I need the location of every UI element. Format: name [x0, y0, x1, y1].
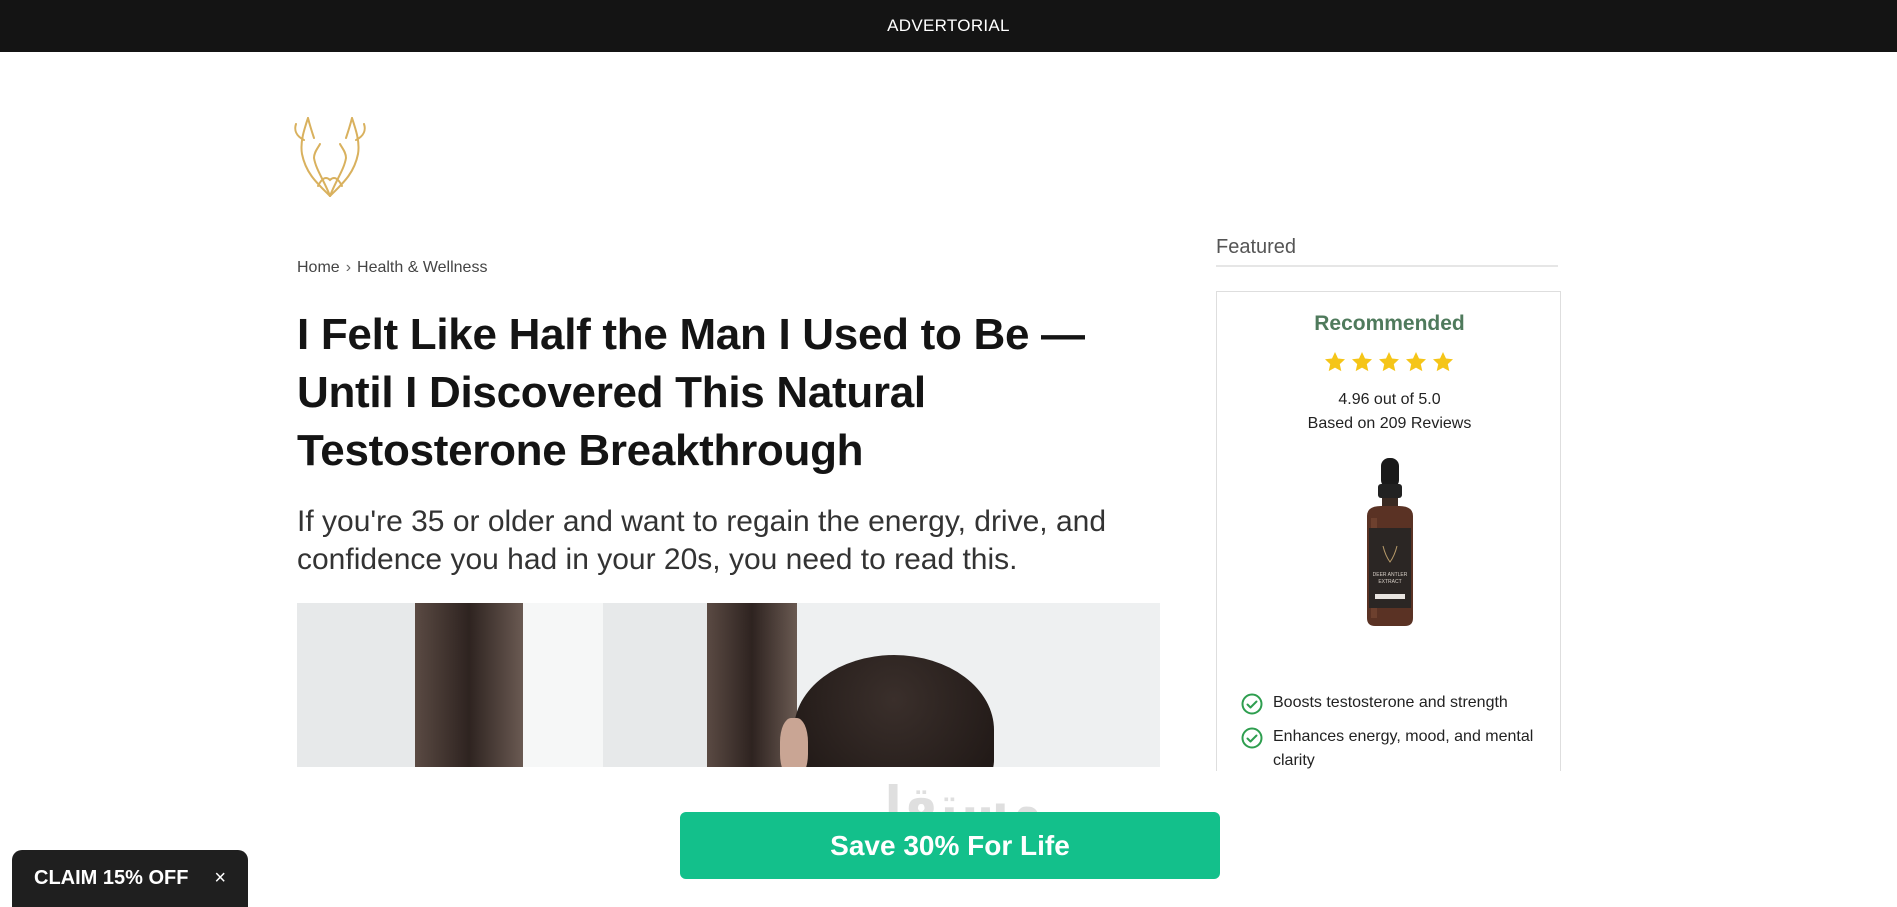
benefit-text: Enhances energy, mood, and mental clarit…	[1273, 728, 1534, 769]
recommended-badge: Recommended	[1314, 312, 1465, 335]
benefit-item: Boosts testosterone and strength	[1241, 691, 1541, 715]
product-bottle-image[interactable]: DEER ANTLER EXTRACT	[1355, 458, 1425, 628]
check-circle-icon	[1241, 693, 1263, 715]
benefit-text: Boosts testosterone and strength	[1273, 694, 1508, 711]
brand-logo[interactable]	[292, 108, 368, 200]
benefit-item: Enhances energy, mood, and mental clarit…	[1241, 725, 1541, 771]
star-icon	[1352, 352, 1372, 372]
advertorial-bar: ADVERTORIAL	[0, 0, 1897, 52]
close-icon[interactable]: ×	[214, 867, 226, 890]
article-headline: I Felt Like Half the Man I Used to Be — …	[297, 310, 1085, 475]
advertorial-label: ADVERTORIAL	[887, 16, 1010, 35]
product-card: Recommended 4.96 out of 5.0 Based on 209…	[1216, 291, 1561, 771]
breadcrumb-category-link[interactable]: Health & Wellness	[357, 259, 487, 277]
save-30-cta-button[interactable]: Save 30% For Life	[680, 812, 1220, 879]
star-rating	[1323, 350, 1455, 374]
product-label-bottom: EXTRACT	[1378, 579, 1401, 585]
breadcrumb-separator: ›	[345, 259, 352, 276]
breadcrumb-home-link[interactable]: Home	[297, 259, 340, 277]
claim-discount-label[interactable]: CLAIM 15% OFF	[34, 867, 188, 890]
breadcrumb: Home › Health & Wellness	[297, 259, 487, 277]
star-icon	[1379, 352, 1399, 372]
star-icon	[1433, 352, 1453, 372]
hero-image	[297, 603, 1160, 767]
star-icon	[1406, 352, 1426, 372]
article-subheadline: If you're 35 or older and want to regain…	[297, 505, 1107, 576]
claim-discount-bar[interactable]: CLAIM 15% OFF ×	[12, 850, 248, 907]
star-icon	[1325, 352, 1345, 372]
product-label-top: DEER ANTLER	[1373, 572, 1408, 578]
featured-heading: Featured	[1216, 236, 1558, 267]
rating-score: 4.96 out of 5.0	[1338, 391, 1441, 408]
review-count: Based on 209 Reviews	[1307, 415, 1472, 432]
check-circle-icon	[1241, 727, 1263, 749]
